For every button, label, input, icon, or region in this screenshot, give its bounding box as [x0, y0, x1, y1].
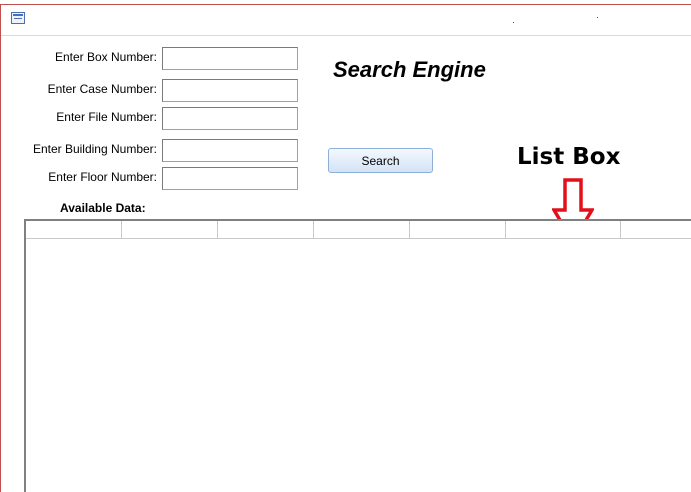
speck-mark	[513, 22, 514, 23]
case-number-input[interactable]	[162, 79, 298, 102]
form-icon	[11, 12, 25, 24]
floor-number-input[interactable]	[162, 167, 298, 190]
search-engine-heading: Search Engine	[333, 57, 486, 82]
window-frame-left	[0, 4, 1, 492]
speck-mark	[597, 17, 598, 18]
form-title-bar	[1, 5, 691, 35]
list-box-header	[26, 221, 691, 239]
data-list-box[interactable]	[24, 219, 691, 492]
file-number-input[interactable]	[162, 107, 298, 130]
column-divider[interactable]	[121, 221, 122, 238]
list-box-annotation: List Box	[517, 144, 621, 170]
file-number-label: Enter File Number:	[56, 110, 157, 124]
column-divider[interactable]	[505, 221, 506, 238]
case-number-label: Enter Case Number:	[47, 82, 157, 96]
available-data-label: Available Data:	[60, 201, 146, 215]
column-divider[interactable]	[409, 221, 410, 238]
building-number-label: Enter Building Number:	[32, 142, 157, 156]
column-divider[interactable]	[217, 221, 218, 238]
column-divider[interactable]	[313, 221, 314, 238]
column-divider[interactable]	[620, 221, 621, 238]
box-number-input[interactable]	[162, 47, 298, 70]
floor-number-label: Enter Floor Number:	[48, 170, 157, 184]
box-number-label: Enter Box Number:	[54, 50, 157, 64]
title-separator	[1, 35, 691, 36]
search-button[interactable]: Search	[328, 148, 433, 173]
building-number-input[interactable]	[162, 139, 298, 162]
